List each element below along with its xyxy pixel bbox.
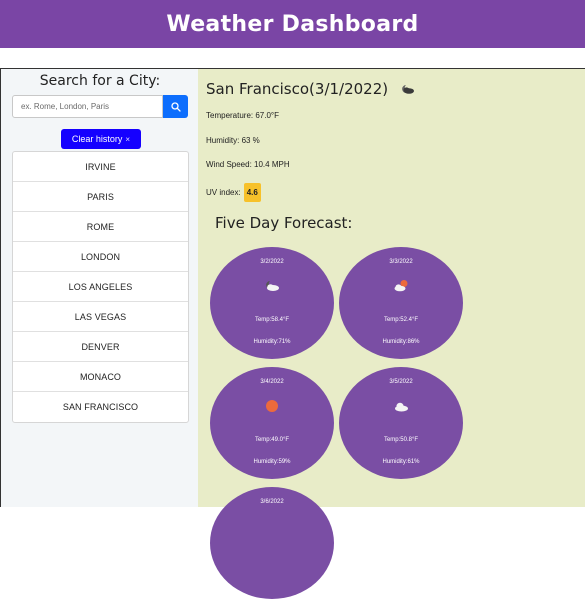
forecast-card-day-1: 3/2/2022 Temp:58.4°F Humidity:71% [210, 247, 334, 359]
weather-panel: San Francisco(3/1/2022) Temperature: 67.… [198, 69, 585, 599]
sun-icon [266, 400, 278, 412]
forecast-humidity: Humidity:71% [253, 339, 291, 345]
search-button[interactable] [163, 95, 188, 118]
clear-history-button[interactable]: Clear history × [61, 129, 141, 149]
cloud-icon [395, 402, 408, 412]
forecast-temp: Temp:52.4°F [383, 317, 419, 323]
close-icon: × [125, 134, 131, 144]
history-item-irvine[interactable]: IRVINE [13, 152, 188, 182]
forecast-date: 3/2/2022 [260, 259, 284, 265]
dashboard-frame: Search for a City: Clear history × IRVIN… [0, 68, 585, 599]
current-weather-title: San Francisco(3/1/2022) [206, 80, 418, 98]
uv-index-badge: 4.6 [243, 183, 261, 202]
history-item-san-francisco[interactable]: SAN FRANCISCO [13, 392, 188, 422]
city-date: San Francisco(3/1/2022) [206, 80, 389, 98]
history-item-las-vegas[interactable]: LAS VEGAS [13, 302, 188, 332]
history-item-los-angeles[interactable]: LOS ANGELES [13, 272, 188, 302]
forecast-date: 3/6/2022 [260, 499, 284, 505]
history-list: IRVINE PARIS ROME LONDON LOS ANGELES LAS… [12, 151, 189, 423]
forecast-card-day-4: 3/5/2022 Temp:50.8°F Humidity:61% [339, 367, 463, 479]
forecast-humidity: Humidity:59% [253, 459, 291, 465]
history-item-london[interactable]: LONDON [13, 242, 188, 272]
forecast-card-day-5: 3/6/2022 [210, 487, 334, 599]
forecast-temp: Temp:49.0°F [254, 437, 290, 443]
cloudy-night-icon [266, 281, 279, 291]
forecast-date: 3/4/2022 [260, 379, 284, 385]
forecast-date: 3/3/2022 [389, 259, 413, 265]
history-item-monaco[interactable]: MONACO [13, 362, 188, 392]
clear-history-label: Clear history [71, 134, 123, 144]
cloudy-night-icon [402, 85, 415, 94]
search-input[interactable] [12, 95, 163, 118]
forecast-card-day-3: 3/4/2022 Temp:49.0°F Humidity:59% [210, 367, 334, 479]
forecast-date: 3/5/2022 [389, 379, 413, 385]
search-icon [170, 101, 181, 112]
page-title: Weather Dashboard [166, 11, 419, 37]
forecast-title: Five Day Forecast: [215, 214, 353, 232]
humidity-text: Humidity: 63 % [206, 136, 260, 145]
forecast-temp: Temp:50.8°F [383, 437, 419, 443]
partly-cloudy-icon [394, 280, 408, 292]
wind-speed-text: Wind Speed: 10.4 MPH [206, 160, 290, 169]
history-item-denver[interactable]: DENVER [13, 332, 188, 362]
header-bar: Weather Dashboard [0, 0, 585, 48]
search-panel: Search for a City: Clear history × IRVIN… [0, 69, 198, 507]
forecast-temp: Temp:58.4°F [254, 317, 290, 323]
history-item-paris[interactable]: PARIS [13, 182, 188, 212]
history-item-rome[interactable]: ROME [13, 212, 188, 242]
uv-index-row: UV index: 4.6 [206, 183, 261, 202]
search-heading: Search for a City: [39, 73, 161, 89]
forecast-humidity: Humidity:61% [382, 459, 420, 465]
temperature-text: Temperature: 67.0°F [206, 111, 280, 120]
forecast-humidity: Humidity:86% [382, 339, 420, 345]
uv-index-label: UV index: [206, 188, 241, 197]
forecast-card-day-2: 3/3/2022 Temp:52.4°F Humidity:86% [339, 247, 463, 359]
